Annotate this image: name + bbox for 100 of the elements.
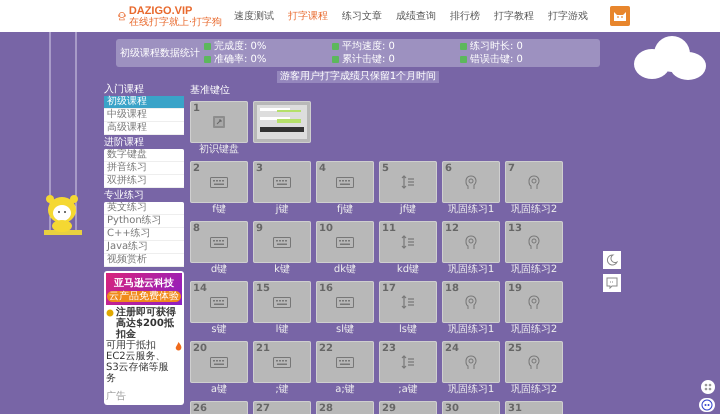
lesson-label: 巩固练习2: [510, 383, 558, 397]
lesson-number: 26: [193, 403, 207, 414]
lesson-card[interactable]: 10: [316, 221, 374, 263]
lesson-number: 28: [319, 403, 333, 414]
lesson-label: ls键: [399, 323, 417, 337]
keyboard-icon: [336, 176, 354, 188]
stat-text: 准确率: 0%: [214, 54, 266, 65]
grid-icon[interactable]: [701, 380, 715, 394]
ad-body: 可用于抵扣EC2云服务、S3云存储等服务: [106, 340, 170, 384]
lesson-card[interactable]: 17: [379, 281, 437, 323]
lesson-card[interactable]: 18: [442, 281, 500, 323]
lesson-card[interactable]: 8: [190, 221, 248, 263]
sidebar-item[interactable]: 数字键盘: [104, 149, 184, 162]
stat-text: 平均速度: 0: [342, 41, 395, 52]
lesson-label: kd键: [396, 263, 420, 277]
head-icon: [528, 294, 540, 310]
lesson-card[interactable]: [253, 101, 311, 143]
keyboard-icon: [273, 236, 291, 248]
lesson-card[interactable]: 15: [253, 281, 311, 323]
lesson-number: 8: [193, 223, 200, 234]
lesson-card[interactable]: 7: [505, 161, 563, 203]
lesson-label: a;键: [335, 383, 355, 397]
lesson-card[interactable]: 13: [505, 221, 563, 263]
nav-link[interactable]: 成绩查询: [396, 9, 436, 23]
lesson-card[interactable]: 1: [190, 101, 248, 143]
sidebar-item[interactable]: 初级课程: [104, 96, 184, 109]
sort-lines-icon: [401, 175, 415, 189]
lesson-card[interactable]: 5: [379, 161, 437, 203]
lesson-card[interactable]: 16: [316, 281, 374, 323]
lesson-card[interactable]: 24: [442, 341, 500, 383]
lesson-card[interactable]: 3: [253, 161, 311, 203]
keyboard-icon: [273, 356, 291, 368]
head-icon: [465, 234, 477, 250]
avatar-icon[interactable]: [610, 6, 630, 26]
sidebar-item[interactable]: 视频赏析: [104, 254, 184, 267]
lesson-label: 巩固练习1: [448, 383, 494, 397]
lesson-label: fj键: [336, 203, 354, 217]
lesson-number: 11: [382, 223, 396, 234]
lesson-label: sl键: [336, 323, 354, 337]
lesson-label: 巩固练习2: [510, 203, 558, 217]
lesson-card[interactable]: 30: [442, 401, 500, 414]
lesson-card[interactable]: 12: [442, 221, 500, 263]
keyboard-icon: [336, 296, 354, 308]
lesson-card[interactable]: 27: [253, 401, 311, 414]
nav-link[interactable]: 打字游戏: [548, 9, 588, 23]
lesson-card[interactable]: 14: [190, 281, 248, 323]
lesson-card[interactable]: 23: [379, 341, 437, 383]
lesson-number: 21: [256, 343, 270, 354]
section-title: 基准键位: [190, 84, 231, 97]
nav-link[interactable]: 排行榜: [450, 9, 480, 23]
stats-title: 初级课程数据统计: [120, 46, 200, 60]
lesson-label: 巩固练习1: [448, 203, 494, 217]
lesson-card[interactable]: 9: [253, 221, 311, 263]
lesson-card[interactable]: 25: [505, 341, 563, 383]
sort-lines-icon: [401, 355, 415, 369]
robot-face-icon[interactable]: [699, 398, 715, 412]
nav-link[interactable]: 打字教程: [494, 9, 534, 23]
lesson-card[interactable]: 11: [379, 221, 437, 263]
dark-mode-button[interactable]: [603, 251, 621, 269]
lesson-card[interactable]: 4: [316, 161, 374, 203]
stat-text: 完成度: 0%: [214, 41, 266, 52]
lesson-label: 巩固练习2: [510, 263, 558, 277]
site-logo[interactable]: DAZIGO.VIP: [128, 4, 222, 16]
nav-link[interactable]: 打字课程: [288, 9, 328, 23]
ad-card[interactable]: 亚马逊云科技 云产品免费体验 注册即可获得高达$200抵扣金 可用于抵扣EC2云服务、S3云存储等服务 广告: [104, 271, 184, 405]
keyboard-icon: [210, 176, 228, 188]
sidebar-item[interactable]: Python练习: [104, 215, 184, 228]
lesson-number: 4: [319, 163, 326, 174]
sidebar-item[interactable]: C++练习: [104, 228, 184, 241]
lesson-card[interactable]: 2: [190, 161, 248, 203]
lesson-number: 25: [508, 343, 522, 354]
lesson-card[interactable]: 19: [505, 281, 563, 323]
ad-banner[interactable]: 亚马逊云科技 云产品免费体验: [106, 273, 182, 305]
lesson-card[interactable]: 26: [190, 401, 248, 414]
sidebar-item[interactable]: 双拼练习: [104, 175, 184, 188]
lesson-card[interactable]: 29: [379, 401, 437, 414]
lesson-card[interactable]: 22: [316, 341, 374, 383]
lesson-card[interactable]: 21: [253, 341, 311, 383]
nav-link[interactable]: 速度测试: [234, 9, 274, 23]
keyboard-icon: [336, 356, 354, 368]
stat-text: 练习时长: 0: [470, 41, 523, 52]
sidebar-item[interactable]: 英文练习: [104, 202, 184, 215]
lesson-label: ;a键: [398, 383, 418, 397]
lesson-card[interactable]: 6: [442, 161, 500, 203]
lesson-number: 7: [508, 163, 515, 174]
sidebar-item[interactable]: 拼音练习: [104, 162, 184, 175]
lesson-card[interactable]: 31: [505, 401, 563, 414]
sidebar-item[interactable]: Java练习: [104, 241, 184, 254]
ad-cta[interactable]: 云产品免费体验: [107, 291, 181, 302]
lesson-number: 6: [445, 163, 452, 174]
lesson-number: 15: [256, 283, 270, 294]
sidebar-item[interactable]: 中级课程: [104, 109, 184, 122]
lesson-card[interactable]: 20: [190, 341, 248, 383]
nav-link[interactable]: 练习文章: [342, 9, 382, 23]
lesson-card[interactable]: 28: [316, 401, 374, 414]
feedback-button[interactable]: [603, 274, 621, 292]
lesson-number: 12: [445, 223, 459, 234]
preview-thumbnail-drawing: [257, 105, 307, 139]
sidebar-item[interactable]: 高级课程: [104, 122, 184, 135]
lesson-label: 巩固练习1: [448, 323, 494, 337]
